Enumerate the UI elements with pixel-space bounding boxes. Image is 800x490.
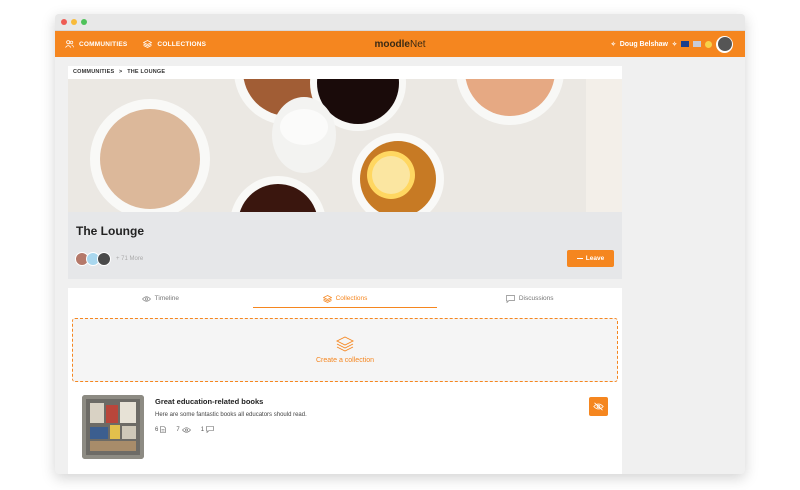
nav-collections[interactable]: COLLECTIONS: [143, 40, 206, 48]
member-avatar[interactable]: [97, 252, 111, 266]
more-members-count[interactable]: + 71 More: [116, 256, 143, 262]
layers-icon: [336, 336, 354, 352]
tab-timeline-label: Timeline: [154, 295, 179, 302]
collections-panel: Create a collection Great education-rela…: [68, 309, 622, 474]
logo-main-text: moodle: [374, 38, 410, 50]
resources-count-value: 6: [155, 426, 159, 433]
community-hero-image: [68, 79, 622, 212]
close-window-icon[interactable]: [61, 19, 67, 25]
document-icon: [160, 426, 167, 433]
resources-count: 6: [155, 426, 167, 433]
tab-discussions-label: Discussions: [518, 295, 554, 302]
sparkle-icon: ✧: [671, 41, 677, 48]
nav-communities-label: COMMUNITIES: [79, 40, 128, 48]
tab-collections[interactable]: Collections: [252, 288, 438, 309]
top-navigation-bar: COMMUNITIES COLLECTIONS moodleNet ✧ Doug…: [55, 31, 745, 57]
create-collection-button[interactable]: Create a collection: [72, 318, 618, 382]
layers-icon: [143, 40, 153, 48]
tab-collections-label: Collections: [335, 295, 368, 302]
window-titlebar: [55, 14, 745, 31]
comments-count: 1: [201, 426, 214, 433]
member-avatars[interactable]: + 71 More: [75, 252, 143, 266]
minus-icon: [576, 257, 583, 260]
layers-icon: [322, 294, 332, 303]
community-title: The Lounge: [76, 224, 144, 238]
breadcrumb-current: THE LOUNGE: [127, 69, 166, 75]
create-collection-label: Create a collection: [316, 357, 374, 364]
minimize-window-icon[interactable]: [71, 19, 77, 25]
tab-timeline[interactable]: Timeline: [68, 288, 253, 309]
chat-icon: [505, 294, 515, 303]
user-menu[interactable]: ✧ Doug Belshaw ✧: [610, 35, 733, 53]
collection-description: Here are some fantastic books all educat…: [155, 412, 307, 418]
sparkle-icon: ✧: [610, 41, 616, 48]
community-header: The Lounge + 71 More Leave: [68, 212, 622, 279]
user-name: Doug Belshaw: [619, 40, 668, 48]
collection-thumbnail[interactable]: [82, 395, 144, 459]
community-tabs: Timeline Collections Discussions: [68, 288, 622, 309]
breadcrumb: COMMUNITIES > THE LOUNGE: [68, 66, 622, 79]
maximize-window-icon[interactable]: [81, 19, 87, 25]
flag-icon: [681, 41, 689, 47]
followers-count-value: 7: [176, 426, 180, 433]
user-avatar[interactable]: [716, 35, 733, 53]
eye-off-icon: [593, 402, 604, 411]
flag-icon: [693, 41, 701, 47]
breadcrumb-separator: >: [119, 69, 123, 75]
followers-count: 7: [176, 426, 191, 433]
breadcrumb-communities[interactable]: COMMUNITIES: [73, 69, 114, 75]
comments-count-value: 1: [200, 426, 205, 433]
leave-label: Leave: [585, 255, 605, 262]
collection-stats: 6 7 1: [155, 426, 214, 433]
books-image: [82, 395, 144, 459]
eye-icon: [141, 295, 151, 302]
leave-button[interactable]: Leave: [567, 250, 614, 267]
hide-collection-button[interactable]: [589, 397, 608, 416]
tea-cups-image: [68, 79, 622, 212]
eye-icon: [181, 426, 191, 433]
logo-suffix-text: Net: [410, 38, 426, 50]
collection-title[interactable]: Great education-related books: [155, 397, 263, 406]
tab-discussions[interactable]: Discussions: [437, 288, 622, 309]
moodlenet-logo[interactable]: moodleNet: [374, 39, 425, 50]
collection-card[interactable]: Great education-related books Here are s…: [82, 395, 612, 465]
users-icon: [65, 40, 74, 48]
nav-communities[interactable]: COMMUNITIES: [65, 40, 127, 48]
nav-collections-label: COLLECTIONS: [157, 40, 207, 48]
chat-icon: [206, 426, 214, 433]
emoji-icon: [705, 40, 712, 48]
